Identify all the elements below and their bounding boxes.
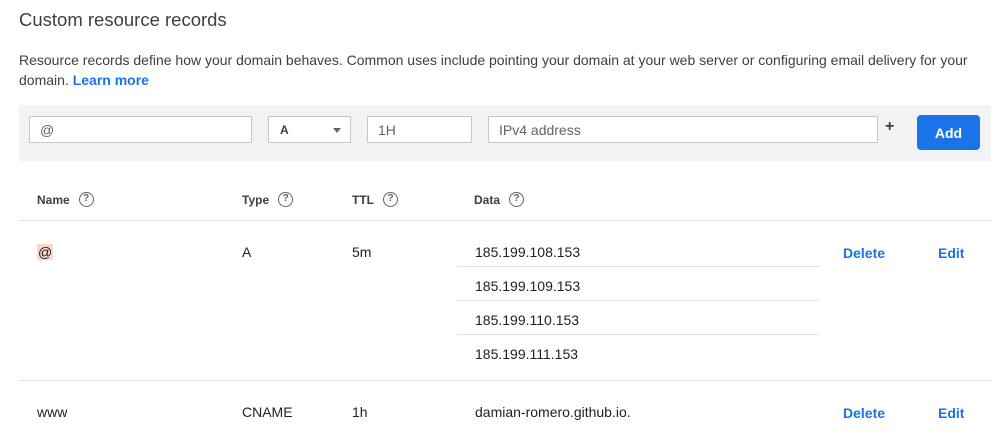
row-divider xyxy=(19,380,991,381)
row-data-value: 185.199.109.153 xyxy=(475,278,581,294)
type-select-value: A xyxy=(280,123,289,137)
row-name-value: @ xyxy=(37,244,54,260)
header-name-label: Name xyxy=(37,192,70,207)
row-data-value: 185.199.108.153 xyxy=(475,244,581,260)
help-icon[interactable]: ? xyxy=(278,192,294,207)
data-input[interactable] xyxy=(489,117,877,142)
row-name-value: www xyxy=(37,404,68,420)
data-divider xyxy=(457,266,819,267)
header-name: Name ? xyxy=(37,192,94,207)
help-icon[interactable]: ? xyxy=(509,192,525,207)
header-data: Data ? xyxy=(474,192,525,207)
help-icon[interactable]: ? xyxy=(78,192,94,207)
ttl-field-wrapper xyxy=(367,116,472,143)
table-row-name: @ xyxy=(37,244,54,260)
ttl-input[interactable] xyxy=(368,117,471,142)
edit-button[interactable]: Edit xyxy=(938,405,964,421)
row-data-value: 185.199.111.153 xyxy=(475,346,579,362)
edit-button[interactable]: Edit xyxy=(938,245,964,261)
add-button[interactable]: Add xyxy=(917,115,980,150)
learn-more-link[interactable]: Learn more xyxy=(73,72,149,88)
row-ttl-value: 5m xyxy=(352,244,372,260)
help-icon[interactable]: ? xyxy=(383,192,398,207)
row-data-value: damian-romero.github.io. xyxy=(475,404,631,420)
caret-down-icon xyxy=(333,128,341,133)
row-data-value: 185.199.110.153 xyxy=(475,312,580,328)
add-data-plus-icon[interactable]: + xyxy=(885,118,894,136)
type-select[interactable]: A xyxy=(268,116,351,143)
description-text: Resource records define how your domain … xyxy=(19,52,968,88)
add-record-toolbar: A + Add xyxy=(19,105,991,161)
data-divider xyxy=(457,300,819,301)
header-type-label: Type xyxy=(242,192,270,207)
name-field-wrapper xyxy=(29,116,252,143)
row-ttl-value: 1h xyxy=(352,404,368,420)
header-divider xyxy=(19,220,991,221)
data-field-wrapper xyxy=(488,116,878,143)
section-description: Resource records define how your domain … xyxy=(19,50,979,90)
header-ttl: TTL ? xyxy=(352,192,398,207)
header-ttl-label: TTL xyxy=(352,192,374,207)
name-input[interactable] xyxy=(30,117,251,142)
row-type-value: A xyxy=(242,244,252,260)
header-type: Type ? xyxy=(242,192,294,207)
header-data-label: Data xyxy=(474,192,501,207)
delete-button[interactable]: Delete xyxy=(843,405,885,421)
row-type-value: CNAME xyxy=(242,404,293,420)
delete-button[interactable]: Delete xyxy=(843,245,885,261)
data-divider xyxy=(457,334,819,335)
section-title: Custom resource records xyxy=(19,9,227,30)
